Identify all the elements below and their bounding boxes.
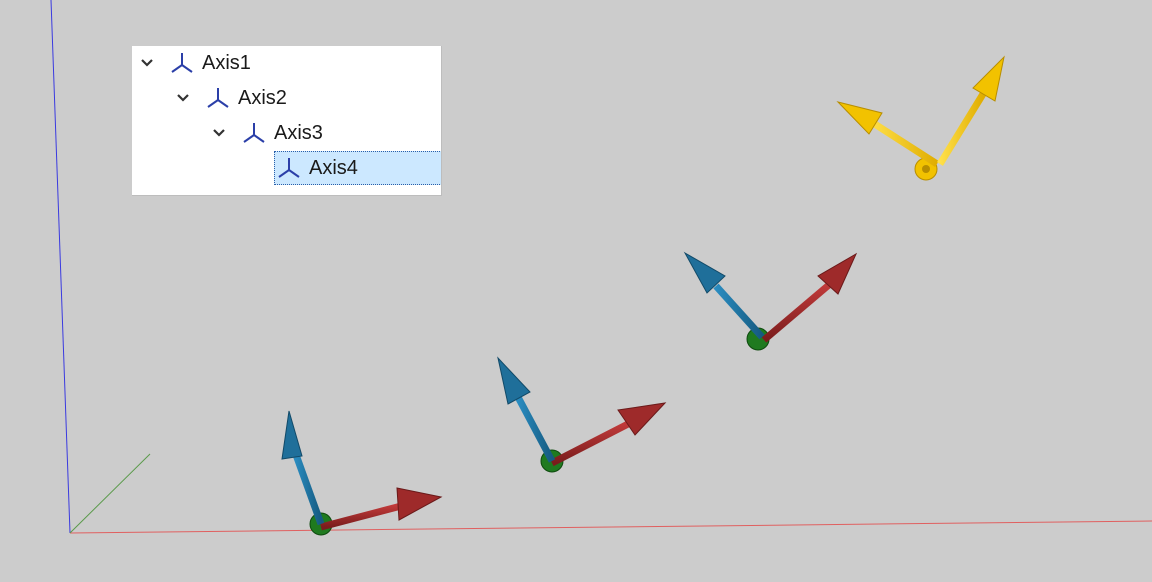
axis1-gizmo[interactable] (281, 410, 443, 536)
tree-item-axis4[interactable]: Axis4 (274, 151, 441, 185)
chevron-down-icon[interactable] (208, 122, 230, 144)
tree-item-label: Axis1 (202, 52, 251, 74)
tree-item-label: Axis2 (238, 87, 287, 109)
tree-item-axis2[interactable]: Axis2 (168, 81, 441, 115)
axis4-z-arrow (937, 55, 1005, 166)
axis1-z-arrow (281, 410, 325, 526)
axis2-gizmo[interactable] (497, 356, 667, 473)
axis-icon (204, 84, 232, 112)
axis-icon (275, 154, 303, 182)
tree-view-panel[interactable]: Axis1 Axis2 Axis3 Axis4 (132, 46, 442, 196)
tree-item-axis1[interactable]: Axis1 (132, 46, 441, 80)
global-x-axis-line (69, 520, 1152, 534)
global-z-axis-line (50, 0, 71, 534)
chevron-down-icon[interactable] (172, 87, 194, 109)
axis3-gizmo[interactable] (683, 251, 858, 351)
axis-icon (168, 49, 196, 77)
chevron-down-icon[interactable] (136, 52, 158, 74)
axis1-x-arrow (320, 487, 443, 531)
axis4-gizmo[interactable] (836, 55, 1005, 181)
tree-item-label: Axis3 (274, 122, 323, 144)
global-y-axis-line (69, 453, 151, 534)
axis-icon (240, 119, 268, 147)
axis3-z-arrow (683, 251, 765, 340)
tree-item-label: Axis4 (309, 157, 358, 179)
axis2-z-arrow (497, 356, 556, 463)
axis4-x-arrow (836, 101, 939, 167)
tree-item-axis3[interactable]: Axis3 (204, 116, 441, 150)
axis2-x-arrow (550, 402, 667, 467)
axis3-x-arrow (761, 252, 858, 343)
